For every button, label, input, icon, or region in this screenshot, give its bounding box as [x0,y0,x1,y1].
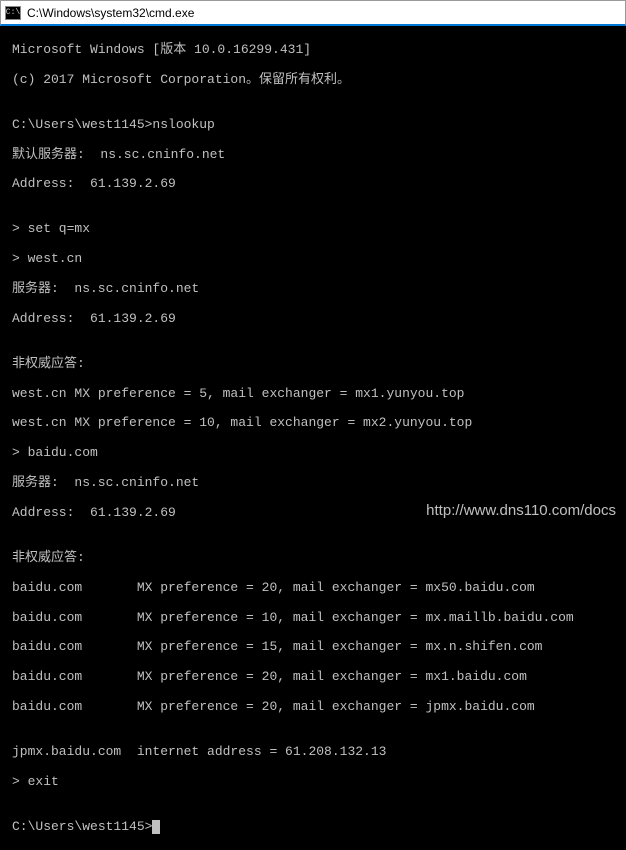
terminal-line: baidu.com MX preference = 20, mail excha… [12,581,626,596]
terminal-line: > west.cn [12,252,626,267]
terminal-line: baidu.com MX preference = 20, mail excha… [12,670,626,685]
terminal-line: jpmx.baidu.com internet address = 61.208… [12,745,626,760]
terminal-line: 服务器: ns.sc.cninfo.net [12,282,626,297]
text-cursor [152,820,160,834]
terminal-line: > exit [12,775,626,790]
cmd-icon: C:\ [5,6,21,20]
terminal-line: Address: 61.139.2.69 [12,506,626,521]
terminal-line: Address: 61.139.2.69 [12,312,626,327]
terminal-output[interactable]: Microsoft Windows [版本 10.0.16299.431] (c… [0,26,626,525]
terminal-line: Microsoft Windows [版本 10.0.16299.431] [12,43,626,58]
terminal-line: baidu.com MX preference = 15, mail excha… [12,640,626,655]
terminal-line: > baidu.com [12,446,626,461]
terminal-line: west.cn MX preference = 5, mail exchange… [12,387,626,402]
terminal-prompt[interactable]: C:\Users\west1145> [12,820,626,835]
terminal-line: 服务器: ns.sc.cninfo.net [12,476,626,491]
terminal-line: (c) 2017 Microsoft Corporation。保留所有权利。 [12,73,626,88]
window-title: C:\Windows\system32\cmd.exe [27,6,194,20]
terminal-line: 默认服务器: ns.sc.cninfo.net [12,148,626,163]
terminal-line: Address: 61.139.2.69 [12,177,626,192]
terminal-line: 非权威应答: [12,551,626,566]
terminal-line: baidu.com MX preference = 20, mail excha… [12,700,626,715]
terminal-line: > set q=mx [12,222,626,237]
prompt-text: C:\Users\west1145> [12,819,152,834]
terminal-line: baidu.com MX preference = 10, mail excha… [12,611,626,626]
window-title-bar[interactable]: C:\ C:\Windows\system32\cmd.exe [0,0,626,26]
terminal-line: west.cn MX preference = 10, mail exchang… [12,416,626,431]
terminal-line: 非权威应答: [12,357,626,372]
terminal-line: C:\Users\west1145>nslookup [12,118,626,133]
